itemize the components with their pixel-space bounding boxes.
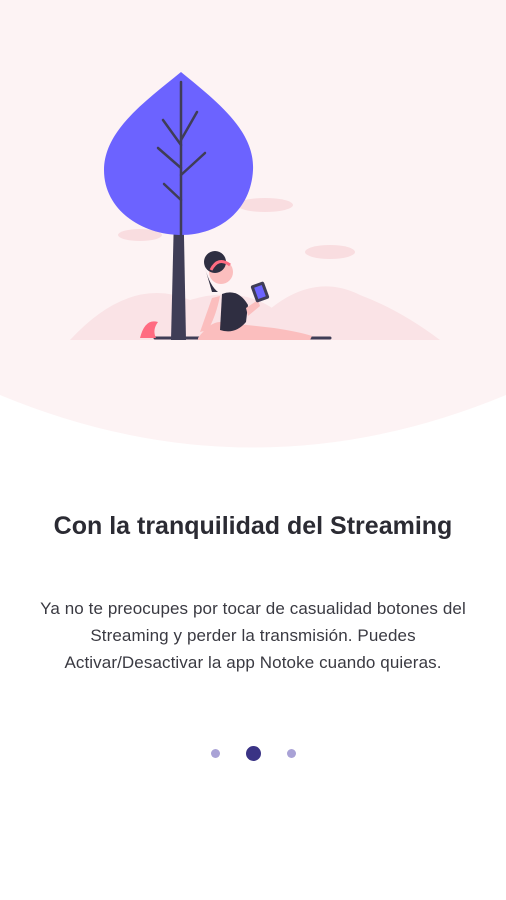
page-dot-3[interactable] [286, 748, 296, 758]
onboarding-screen: Con la tranquilidad del Streaming Ya no … [0, 0, 506, 900]
page-title: Con la tranquilidad del Streaming [53, 512, 453, 540]
page-dot-2-active[interactable] [245, 745, 261, 761]
woman-under-tree-illustration [70, 72, 440, 340]
page-dot-1[interactable] [210, 748, 220, 758]
page-indicator [0, 744, 506, 762]
page-description: Ya no te preocupes por tocar de casualid… [40, 599, 466, 672]
